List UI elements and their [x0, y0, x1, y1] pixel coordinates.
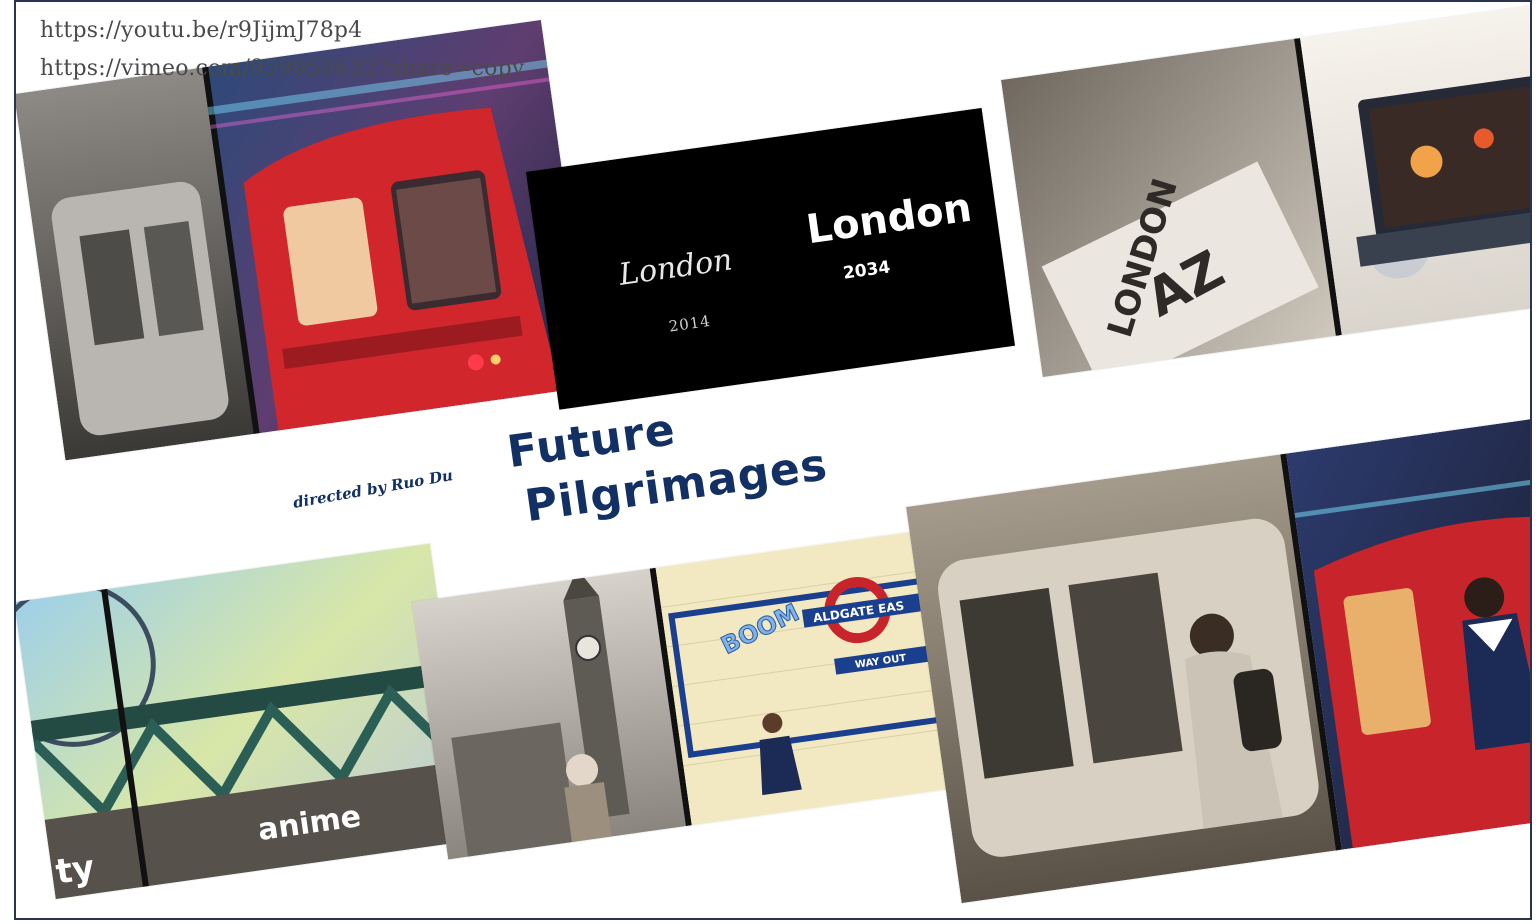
director-credit: directed by Ruo Du	[291, 466, 455, 512]
cut-caption: ty	[53, 848, 97, 893]
platform-image	[906, 417, 1530, 904]
vimeo-link[interactable]: https://vimeo.com/959959632?share=copy	[40, 50, 525, 88]
still-bridge-anime: anime ty	[16, 543, 472, 900]
still-girl-on-platform	[906, 417, 1530, 904]
poster-frame: https://youtu.be/r9JijmJ78p4 https://vim…	[14, 0, 1532, 920]
map-laptop-image: LONDON AZ	[1001, 5, 1530, 378]
film-title: Future Pilgrimages	[494, 382, 831, 538]
still-map-and-laptop: LONDON AZ	[1001, 5, 1530, 378]
youtube-link[interactable]: https://youtu.be/r9JijmJ78p4	[40, 12, 525, 50]
title-card-image: London 2014 London 2034	[526, 107, 1015, 410]
big-ben-aldgate-image: ALDGATE EAS WAY OUT BOOM	[412, 531, 954, 860]
bridge-anime-image: anime ty	[16, 543, 472, 900]
still-big-ben-aldgate: ALDGATE EAS WAY OUT BOOM	[412, 531, 954, 860]
video-links: https://youtu.be/r9JijmJ78p4 https://vim…	[40, 12, 525, 88]
still-london-title-card: London 2014 London 2034	[526, 107, 1015, 410]
